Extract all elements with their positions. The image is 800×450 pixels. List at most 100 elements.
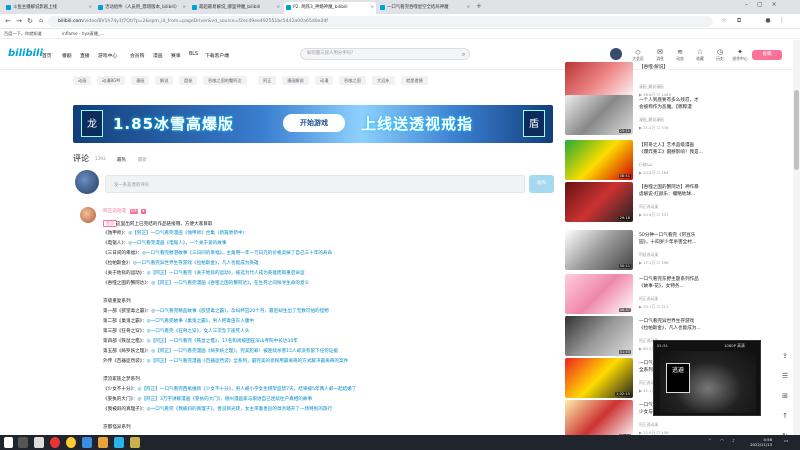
home-icon[interactable]: ⌂ — [37, 17, 45, 25]
video-tag[interactable]: 大远东 — [372, 76, 395, 85]
video-thumbnail[interactable]: 1:02:15 — [565, 358, 633, 398]
comment-input[interactable]: 发一条友善的评论 — [105, 175, 525, 193]
menu-icon[interactable]: ⋮ — [778, 17, 786, 25]
uploader-name[interactable]: 阿正说动漫 — [639, 204, 658, 210]
forward-icon[interactable]: → — [15, 17, 23, 25]
comment-link[interactable]: ◎【阿正】一口气看完《铁鼠之檻》，17名和尚被困在深山寺院中长达30年 — [147, 339, 298, 344]
nav-item[interactable]: 游戏中心 — [98, 52, 117, 59]
close-tab-icon[interactable]: × — [182, 2, 186, 14]
scrollbar-thumb[interactable] — [794, 90, 799, 170]
comment-link[interactable]: ◎【阿正】一口气看完漫画《吞噬之国的蟹阿达》，在生死之间探寻生命的意义 — [151, 281, 309, 286]
comment-link[interactable]: ◎一口气看完《狂骨之穿》，女人三次坠下崖死人头 — [147, 329, 250, 334]
mini-player[interactable]: 01:51 1080P 高清 逃避 — [653, 340, 761, 416]
video-tag[interactable]: 动漫BGM — [97, 76, 126, 85]
uploader-name[interactable]: 阿妞说动漫 — [639, 252, 658, 258]
profile-icon[interactable]: ● — [764, 17, 772, 25]
close-tab-icon[interactable]: × — [88, 2, 92, 14]
app-icon[interactable] — [114, 437, 124, 448]
mini-player-quality[interactable]: 1080P 高清 — [724, 343, 745, 349]
comment-link[interactable]: ◎【阿正】3万字讲解漫画《妄执的大门》，德州漫画家与跟进自己连续住户真相的故事 — [137, 397, 312, 402]
app-icon[interactable] — [34, 437, 44, 448]
related-video-card[interactable]: 25:11 一个人到底要有多么残忍，才 会被称作为恶魔。【哪粹漫 漫画_解说漫画 ▶ 2… — [565, 95, 765, 137]
uploader-name[interactable]: 漫画_解说漫画 — [639, 84, 664, 90]
search-input[interactable]: 如何震三叔人用分手吗? — [300, 48, 470, 60]
video-tag[interactable]: 吞噬之国 — [339, 76, 366, 85]
comment-link[interactable]: ◎【阿正】一口气看完漫画《蚀甲师》合集（新篇更新中） — [128, 231, 247, 236]
video-thumbnail[interactable]: 29:18 — [565, 182, 633, 222]
header-vip[interactable]: ◇ 大会员 — [626, 48, 650, 62]
video-thumbnail[interactable]: 50:11 — [565, 230, 633, 270]
comment-link[interactable]: ◎一口气看完精品故事《欲望毒之霸》，孕妇杯囚20个月，最后却生出了无数可怕的怪物 — [151, 309, 329, 314]
commenter-name[interactable]: 阿正说动漫 — [103, 208, 126, 214]
video-tag[interactable]: 漫画解说 — [282, 76, 309, 85]
related-video-card[interactable]: 08:37 一口气看完东野主题系列作品 《故事·花》，女特务... 阿正说动漫 ▶ 33… — [565, 274, 765, 316]
app-icon[interactable] — [50, 437, 60, 448]
nav-item[interactable]: 首页 — [42, 52, 52, 59]
video-tag[interactable]: 动画 — [73, 76, 92, 85]
browser-tab[interactable]: 一口气看完吞噬星空全结局神魔 × — [378, 2, 472, 14]
video-thumbnail[interactable]: 41:50 — [565, 316, 633, 356]
video-tag[interactable]: 就是遗憾 — [401, 76, 428, 85]
sort-new-tab[interactable]: 最新 — [138, 157, 147, 163]
bilibili-logo[interactable]: bilibili — [8, 48, 43, 59]
notification-icon[interactable]: ▭ — [784, 439, 788, 444]
windows-start-icon[interactable] — [4, 437, 13, 448]
new-tab-icon[interactable]: + — [476, 2, 482, 10]
related-video-card[interactable]: 50:11 50分钟一口气看完《阿豆乐 园》，十四岁少年杀害全村... 阿妞说动漫 ▶ … — [565, 230, 765, 272]
gift-rail-button[interactable]: ⊞ — [778, 392, 792, 400]
volume-icon[interactable]: ♪ — [732, 439, 735, 444]
browser-tab-active[interactable]: P2. 两铁3_神婚神魔_bilibili × — [284, 2, 376, 14]
banner-play-button[interactable]: 开始游戏 — [283, 114, 345, 132]
tray-arrow-icon[interactable]: ⌃ — [708, 439, 712, 444]
video-tag[interactable]: 阿正 — [258, 76, 277, 85]
close-tab-icon[interactable]: × — [370, 2, 374, 14]
url-field[interactable]: bilibili.com/video/BV1h74y1f7Qt/?p=2&spm… — [48, 16, 713, 27]
comment-link[interactable]: ◎一口气看完《我被斜的真理子》，善良目光转，女主带着善良的母亲踏开了一场特别的旅… — [147, 407, 332, 412]
app-icon[interactable] — [82, 437, 92, 448]
comment-link[interactable]: ◎一口气看完故事《巢鬼之霸》，男人把毒虫灰入腹中 — [147, 319, 254, 324]
ad-banner[interactable]: 龙 1.85冰雪高爆版 开始游戏 上线送透视戒指 盾 — [73, 105, 553, 143]
nav-item-download[interactable]: 下载客户端 — [205, 52, 229, 59]
back-icon[interactable]: ← — [4, 17, 12, 25]
comment-link[interactable]: ◎一口气看完异世界生存游戏《拉帕斯金》，凡人也能成为英雄 — [133, 261, 259, 266]
browser-tab[interactable]: 活动组件（人员用_鼎增版本_bilibili） × — [96, 2, 188, 14]
close-tab-icon[interactable]: × — [466, 2, 470, 14]
video-tag[interactable]: 吞噬之国的蟹阿达 — [203, 76, 247, 85]
close-tab-icon[interactable]: × — [276, 2, 280, 14]
commenter-avatar[interactable] — [80, 207, 96, 223]
uploader-name[interactable]: 阿正说动漫 — [639, 422, 658, 428]
comment-link[interactable]: ◎一口气看完漫画《电锯人》，一个关于爱的故事 — [128, 241, 226, 246]
task-view-icon[interactable] — [18, 437, 28, 448]
sort-hot-tab[interactable]: 最热 — [117, 157, 126, 163]
uploader-name[interactable]: 阿正说动漫 — [639, 296, 658, 302]
app-icon[interactable] — [130, 437, 140, 448]
share-rail-button[interactable]: ⇪ — [778, 352, 792, 360]
video-thumbnail[interactable]: 08:51 — [565, 140, 633, 180]
send-comment-button[interactable]: 发布 — [529, 175, 554, 193]
uploader-name[interactable]: 行暗&& — [639, 162, 653, 168]
video-thumbnail[interactable]: 25:11 — [565, 95, 633, 135]
nav-item[interactable]: 漫画 — [153, 52, 163, 59]
avatar[interactable] — [610, 48, 622, 60]
uploader-name[interactable]: 漫画_解说漫画 — [639, 117, 664, 123]
comment-link[interactable]: ◎【阿正】一口气看完漫画《百器徒然袋》全系列，最完美的侦探用最离奇的方式解决最离… — [147, 359, 349, 364]
back-to-top-button[interactable]: ↑ — [778, 412, 792, 420]
comment-link[interactable]: ◎【阿正】一口气看完漫画《绮罗妖之理》，完美犯罪！被连续杀害15人却没有留下任何… — [151, 349, 338, 354]
window-controls-icon[interactable]: –▢× — [745, 1, 786, 8]
bookmark-item[interactable]: inflame - hya直播_... — [62, 29, 104, 39]
video-tag[interactable]: 动漫 — [315, 76, 334, 85]
list-rail-button[interactable]: ☰ — [778, 372, 792, 380]
video-thumbnail[interactable]: 32:44 — [565, 400, 633, 440]
extension-icon[interactable]: ⧉ — [735, 17, 743, 25]
nav-item[interactable]: 番剧 — [62, 52, 72, 59]
browser-tab[interactable]: 斗鱼主播解说影剧上线 × — [4, 2, 94, 14]
related-video-card[interactable]: 08:51 【阿哥之人】艺术品级漫画 《爆炸重工》震撼影响！我是... 行暗&& ▶ 2… — [565, 140, 765, 182]
header-creator[interactable]: ✦ 创作中心 — [728, 48, 752, 62]
bookmark-item[interactable]: 百度一下，你就知道 — [4, 29, 42, 39]
nav-item[interactable]: 会员购 — [130, 52, 144, 59]
video-tag[interactable]: 漫画 — [131, 76, 150, 85]
nav-item[interactable]: BLS — [189, 52, 198, 57]
video-thumbnail[interactable]: 08:37 — [565, 274, 633, 314]
nav-item[interactable]: 赛事 — [171, 52, 181, 59]
system-clock[interactable]: 0:56 2022/11/13 — [750, 437, 772, 447]
